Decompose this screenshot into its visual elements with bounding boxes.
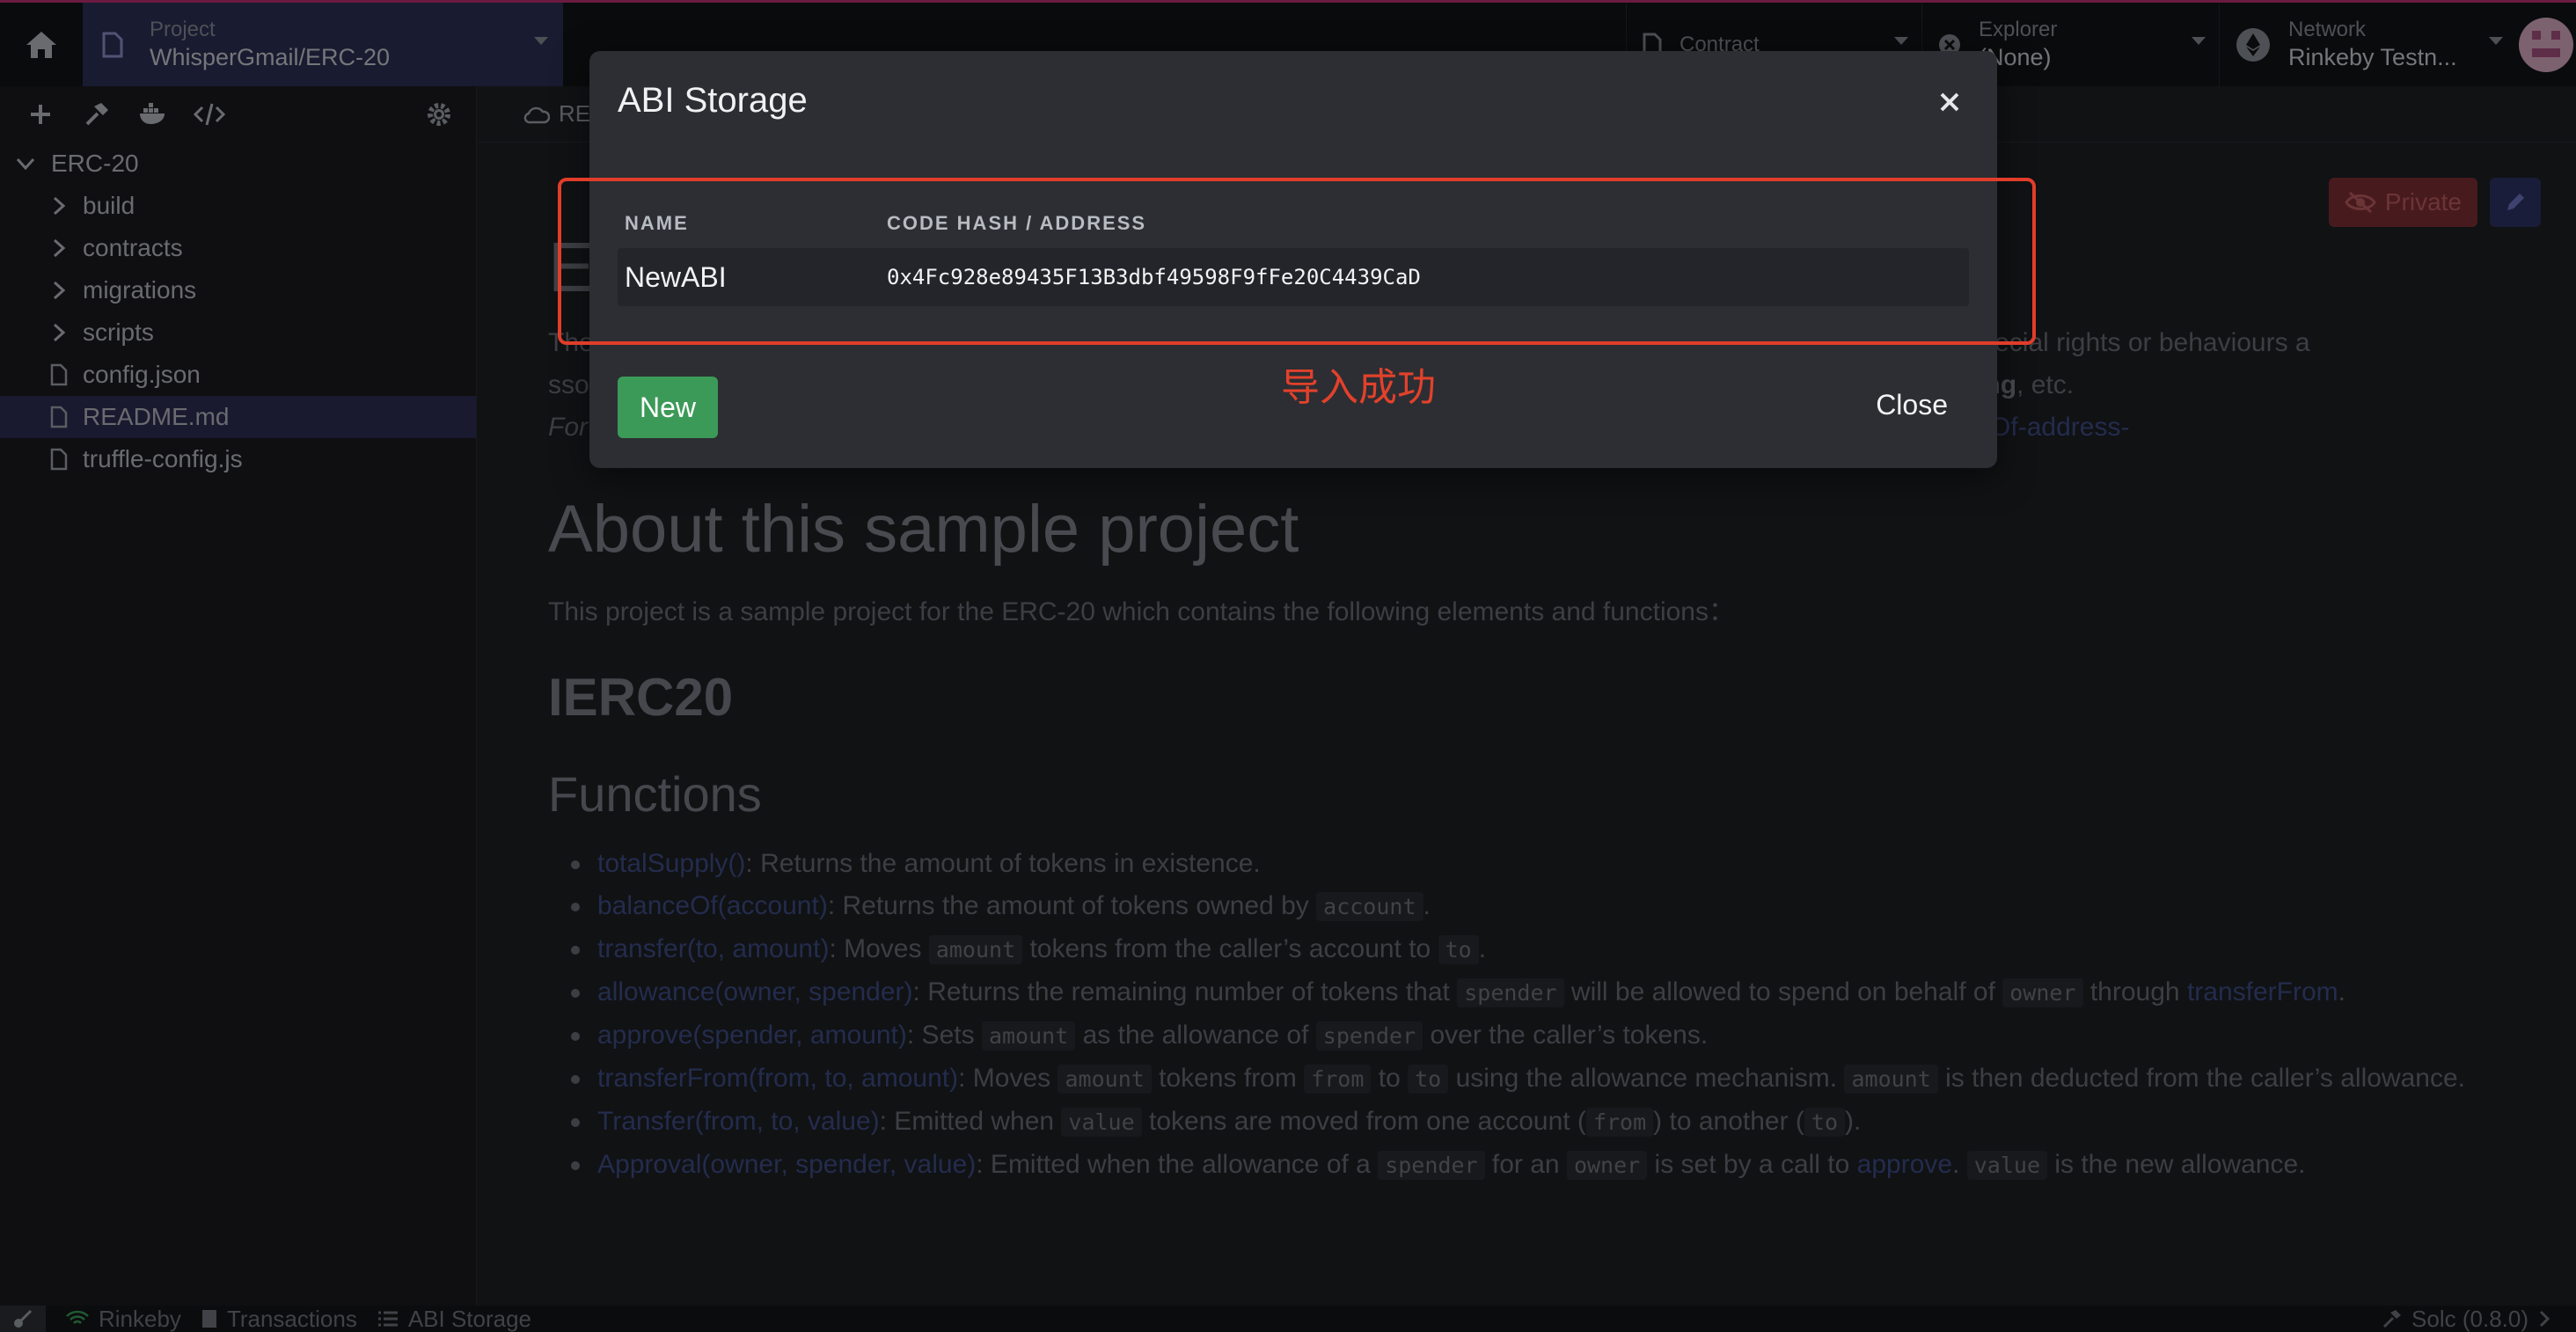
annotation-highlight-box	[558, 178, 2036, 345]
new-abi-button[interactable]: New	[618, 377, 718, 438]
modal-title: ABI Storage	[618, 81, 808, 120]
close-icon	[1940, 92, 1959, 112]
modal-close-button[interactable]	[1932, 84, 1967, 120]
annotation-text: 导入成功	[1281, 366, 1436, 409]
close-button[interactable]: Close	[1876, 389, 1948, 421]
